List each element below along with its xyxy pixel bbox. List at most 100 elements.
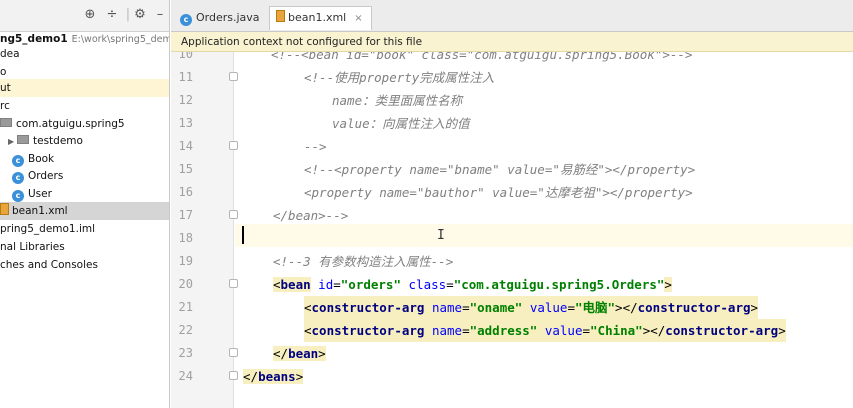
tree-item-label: pring5_demo1.iml (0, 223, 96, 235)
attr-value: "address" (469, 323, 538, 338)
tree-item-label: rc (0, 100, 10, 112)
close-icon[interactable]: × (354, 13, 362, 24)
code-line-17: </bean>--> (273, 208, 349, 223)
tag-name: beans (258, 369, 296, 384)
code-line-20: <bean id="orders" class="com.atguigu.spr… (273, 277, 672, 292)
line-number: 16 (178, 185, 193, 199)
tree-item-scratches[interactable]: ches and Consoles (0, 256, 169, 274)
tree-item-out[interactable]: ut (0, 79, 169, 97)
line-number: 19 (178, 254, 193, 268)
class-icon: c (12, 155, 24, 167)
target-icon[interactable]: ⊕ (82, 7, 98, 23)
line-number: 24 (178, 369, 193, 383)
tree-item-label: o (0, 66, 7, 78)
code-line-16: <property name="bauthor" value="达摩老祖"></… (304, 185, 693, 200)
hide-icon[interactable]: – (152, 7, 168, 23)
fold-marker[interactable] (229, 348, 238, 357)
context-warning-banner: Application context not configured for t… (171, 32, 853, 52)
fold-marker[interactable] (229, 141, 238, 150)
line-number: 11 (178, 70, 193, 84)
line-number: 18 (178, 231, 193, 245)
banner-text: Application context not configured for t… (181, 36, 423, 48)
class-icon: c (12, 190, 24, 202)
line-gutter: 10 11 12 13 14 15 16 17 18 19 20 21 22 2… (171, 52, 234, 408)
code-line-13: value：向属性注入的值 (332, 116, 470, 131)
code-line-15: <!--<property name="bname" value="易筋经"><… (304, 162, 696, 177)
code-line-10: <!--<bean id="book" class="com.atguigu.s… (271, 52, 693, 62)
project-panel: ⊕ ÷ | ⚙ – ng5_demo1E:\work\spring5_demo1… (0, 0, 170, 408)
current-line-highlight (235, 224, 853, 247)
fold-marker[interactable] (229, 72, 238, 81)
line-number: 17 (178, 208, 193, 222)
xml-file-icon (276, 10, 285, 22)
tree-item-user[interactable]: c User (0, 185, 169, 203)
code-line-19: <!--3 有参数构造注入属性--> (273, 254, 454, 269)
tree-item-orders[interactable]: c Orders (0, 167, 169, 185)
text-cursor (242, 226, 244, 244)
package-icon (0, 118, 12, 127)
tag-name: constructor-arg (311, 300, 425, 315)
attr-value: "orders" (340, 277, 401, 292)
tree-item-book[interactable]: c Book (0, 150, 169, 168)
tree-item-iml[interactable]: pring5_demo1.iml (0, 220, 169, 238)
line-number: 10 (178, 52, 193, 61)
tag-name: constructor-arg (311, 323, 425, 338)
tab-label: bean1.xml (288, 11, 347, 24)
tree-item-src[interactable]: rc (0, 97, 169, 115)
code-editor[interactable]: 10 11 12 13 14 15 16 17 18 19 20 21 22 2… (171, 52, 853, 408)
tag-name: constructor-arg (665, 323, 779, 338)
tree-item-label: Orders (28, 170, 64, 182)
line-number: 22 (178, 323, 193, 337)
attr-value: "China" (590, 323, 643, 338)
tree-item-label: Book (28, 153, 55, 165)
tree-item-package[interactable]: com.atguigu.spring5 (0, 115, 169, 133)
tag-name: bean (280, 277, 311, 292)
code-line-22: <constructor-arg name="address" value="C… (304, 319, 786, 342)
tree-item-label: dea (0, 48, 20, 60)
tree-item-idea[interactable]: dea (0, 45, 169, 63)
code-line-12: name：类里面属性名称 (332, 93, 463, 108)
project-toolbar: ⊕ ÷ | ⚙ – (0, 0, 169, 32)
code-line-24: </beans> (243, 369, 304, 384)
tree-item-testdemo[interactable]: ▶ testdemo (0, 132, 169, 151)
tab-label: Orders.java (196, 11, 260, 24)
collapse-icon[interactable]: ÷ (104, 7, 120, 23)
code-line-21: <constructor-arg name="oname" value="电脑"… (304, 296, 759, 319)
line-number: 15 (178, 162, 193, 176)
tree-item-bean1-xml[interactable]: bean1.xml (0, 202, 169, 220)
attr-value: "oname" (469, 300, 523, 315)
line-number: 14 (178, 139, 193, 153)
attr-name: class (408, 277, 447, 292)
project-name: ng5_demo1 (0, 33, 68, 45)
line-number: 20 (178, 277, 193, 291)
line-number: 13 (178, 116, 193, 130)
attr-name: name (431, 300, 463, 315)
tree-item-label: User (28, 188, 52, 200)
mouse-ibeam-icon: I (437, 228, 445, 243)
fold-marker[interactable] (229, 210, 238, 219)
tree-item-external-libraries[interactable]: nal Libraries (0, 238, 169, 256)
class-icon: c (12, 172, 24, 184)
tree-item-label: ut (0, 82, 11, 94)
gear-icon[interactable]: ⚙ (132, 7, 148, 23)
code-line-14: --> (304, 139, 327, 154)
editor-tabs: c Orders.java × bean1.xml × (171, 0, 853, 32)
attr-name: value (529, 300, 568, 315)
code-line-11: <!--使用property完成属性注入 (304, 70, 495, 85)
tree-item-label: com.atguigu.spring5 (16, 118, 125, 130)
attr-name: name (431, 323, 463, 338)
expand-arrow-icon[interactable]: ▶ (8, 133, 17, 151)
attr-name: id (318, 277, 334, 292)
project-path: E:\work\spring5_demo1 (71, 34, 169, 45)
attr-name: value (544, 323, 583, 338)
line-number: 21 (178, 300, 193, 314)
tag-name: constructor-arg (637, 300, 751, 315)
fold-marker[interactable] (229, 279, 238, 288)
class-icon: c (180, 14, 192, 26)
line-number: 12 (178, 93, 193, 107)
fold-marker[interactable] (229, 371, 238, 380)
tab-bean1-xml[interactable]: bean1.xml × (269, 6, 372, 30)
tree-item-label: ches and Consoles (0, 259, 98, 271)
attr-value: "com.atguigu.spring5.Orders" (453, 277, 665, 292)
tree-item-label: nal Libraries (0, 241, 65, 253)
